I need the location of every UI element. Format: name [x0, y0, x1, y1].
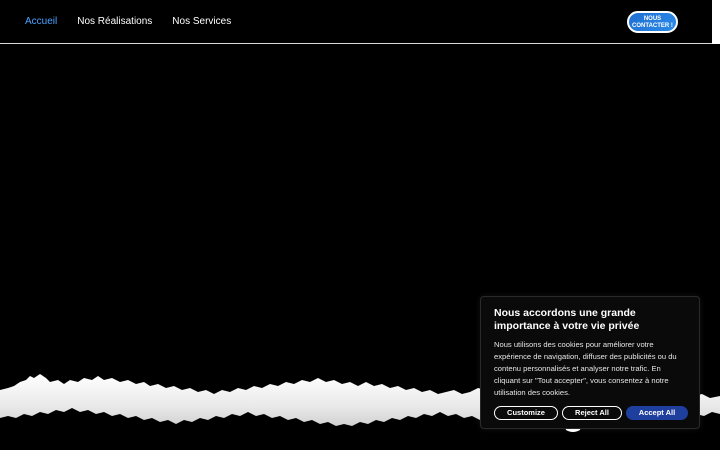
- contact-button-line2: CONTACTER !: [632, 23, 673, 29]
- accept-all-button[interactable]: Accept All: [626, 406, 688, 420]
- cookie-buttons: Customize Reject All Accept All: [494, 406, 688, 420]
- cookie-consent-dialog: Nous accordons une grande importance à v…: [480, 296, 700, 429]
- scrollbar-track[interactable]: [712, 0, 720, 44]
- site-header: Accueil Nos Réalisations Nos Services NO…: [0, 0, 712, 44]
- main-nav: Accueil Nos Réalisations Nos Services: [25, 16, 231, 28]
- contact-button-line1: NOUS: [643, 16, 662, 22]
- cookie-description: Nous utilisons des cookies pour améliore…: [494, 340, 677, 397]
- nav-link-accueil[interactable]: Accueil: [25, 16, 57, 28]
- nav-link-services[interactable]: Nos Services: [172, 16, 231, 28]
- cookie-title: Nous accordons une grande importance à v…: [494, 307, 640, 332]
- reject-all-button[interactable]: Reject All: [562, 406, 622, 420]
- contact-button[interactable]: NOUS CONTACTER !: [627, 11, 678, 33]
- customize-button[interactable]: Customize: [494, 406, 558, 420]
- page: Accueil Nos Réalisations Nos Services NO…: [0, 0, 720, 450]
- nav-link-realisations[interactable]: Nos Réalisations: [77, 16, 152, 28]
